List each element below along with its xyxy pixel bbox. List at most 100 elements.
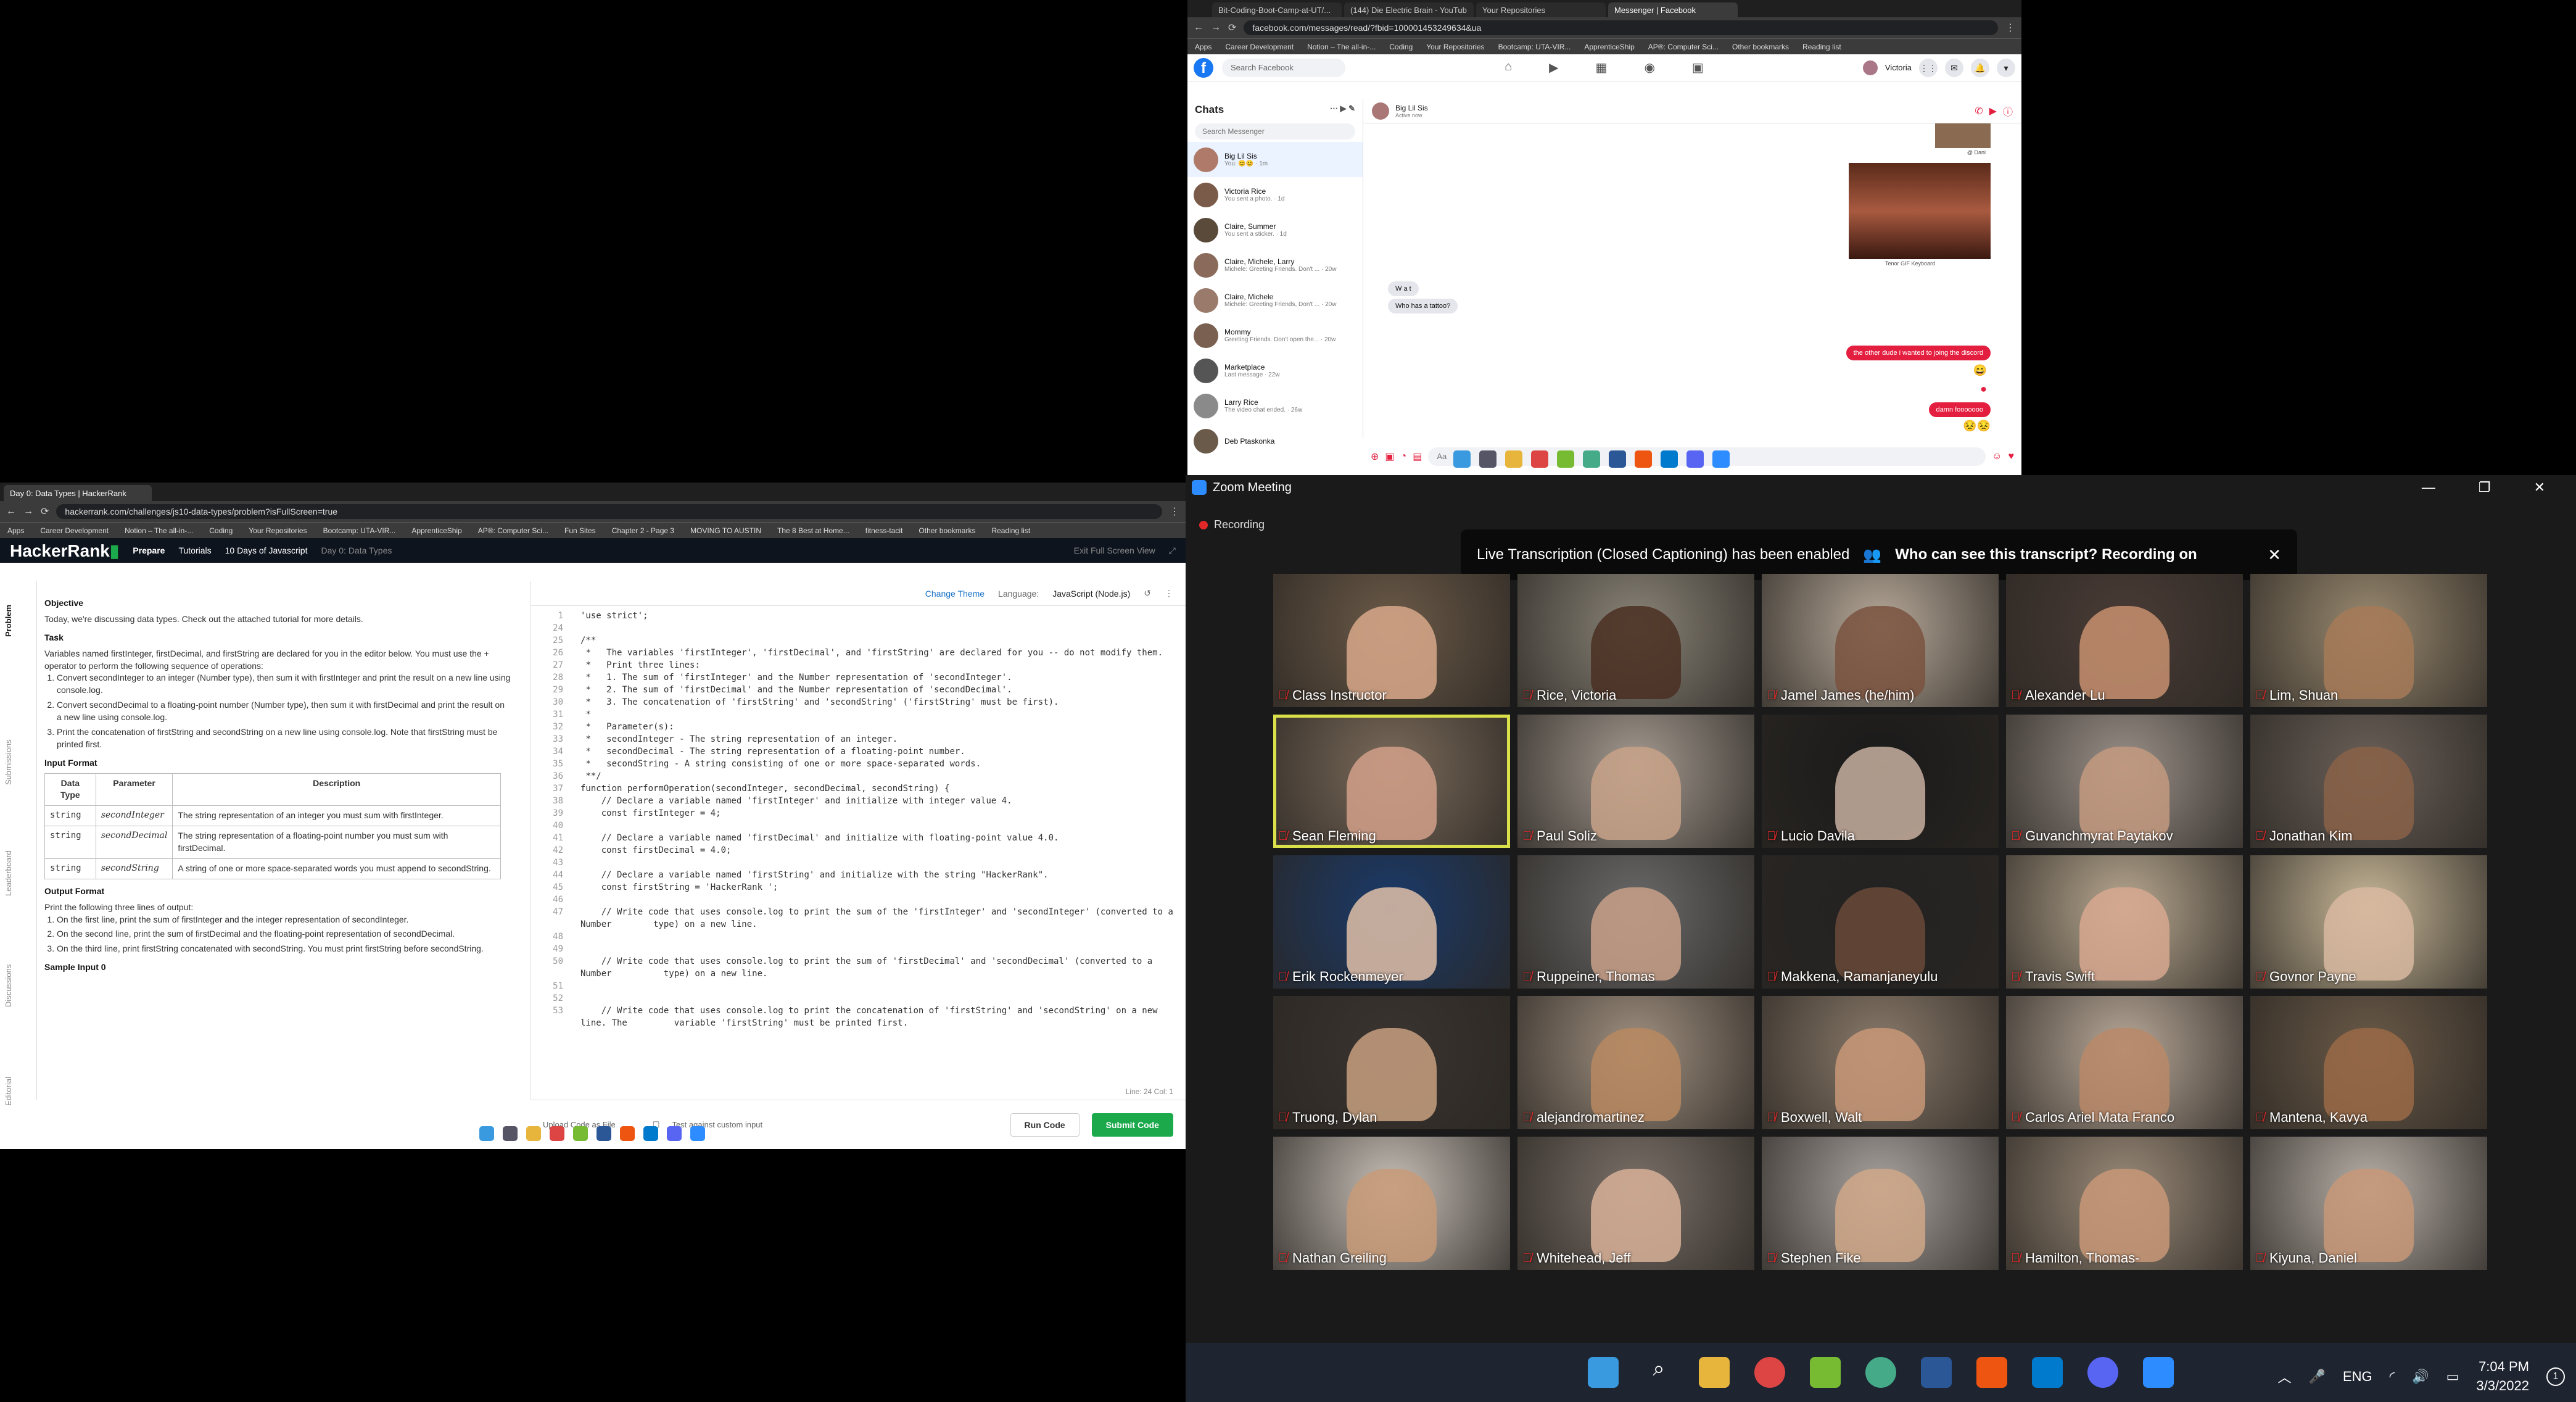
- participant-tile[interactable]: 🎙̸ Paul Soliz: [1517, 715, 1754, 848]
- bookmark[interactable]: MOVING TO AUSTIN: [690, 526, 761, 535]
- bookmark[interactable]: Chapter 2 - Page 3: [612, 526, 674, 535]
- chat-list-item[interactable]: Claire, Summer You sent a sticker. · 1d: [1187, 212, 1363, 247]
- code-line[interactable]: // Declare a variable named 'firstString…: [580, 869, 1173, 881]
- discord-icon[interactable]: [1686, 450, 1704, 468]
- battery-icon[interactable]: ▭: [2446, 1369, 2459, 1385]
- language-select[interactable]: JavaScript (Node.js): [1052, 589, 1130, 599]
- chat-list-item[interactable]: Claire, Michele Michele: Greeting Friends…: [1187, 283, 1363, 318]
- participant-tile[interactable]: 🎙̸ Class Instructor: [1273, 574, 1510, 707]
- chrome-icon[interactable]: [1531, 450, 1548, 468]
- participant-tile[interactable]: 🎙̸ Boxwell, Walt: [1762, 996, 1999, 1129]
- discord-icon[interactable]: [2087, 1357, 2118, 1388]
- bookmark[interactable]: Your Repositories: [249, 526, 307, 535]
- participant-tile[interactable]: 🎙̸ Rice, Victoria: [1517, 574, 1754, 707]
- bookmark[interactable]: Your Repositories: [1426, 43, 1484, 51]
- run-code-button[interactable]: Run Code: [1010, 1113, 1080, 1137]
- start-icon[interactable]: [1453, 450, 1471, 468]
- browser-tab-active[interactable]: Day 0: Data Types | HackerRank: [4, 485, 152, 501]
- code-line[interactable]: * Parameter(s):: [580, 721, 1173, 733]
- bookmark[interactable]: Other bookmarks: [1732, 43, 1789, 51]
- bookmark[interactable]: Fun Sites: [564, 526, 596, 535]
- banner-close-icon[interactable]: ✕: [2268, 545, 2281, 565]
- bookmark[interactable]: Notion – The all-in-...: [1307, 43, 1376, 51]
- home-icon[interactable]: ⌂: [1505, 60, 1512, 75]
- chevron-up-icon[interactable]: ︿: [2278, 1367, 2292, 1387]
- menu-icon[interactable]: ⋮⋮: [1919, 58, 1938, 77]
- code-line[interactable]: * 2. The sum of 'firstDecimal' and the N…: [580, 684, 1173, 696]
- address-bar[interactable]: facebook.com/messages/read/?fbid=1000014…: [1244, 20, 1998, 35]
- word-icon[interactable]: [597, 1126, 611, 1141]
- avatar[interactable]: [1862, 60, 1878, 75]
- file-explorer-icon[interactable]: [1505, 450, 1522, 468]
- participant-tile[interactable]: 🎙̸ Alexander Lu: [2006, 574, 2243, 707]
- bookmark[interactable]: Career Development: [40, 526, 109, 535]
- bookmark[interactable]: Coding: [209, 526, 233, 535]
- reset-icon[interactable]: ↺: [1144, 588, 1151, 599]
- hackerrank-logo[interactable]: HackerRank▮: [10, 541, 119, 561]
- participant-tile[interactable]: 🎙̸ Lucio Davila: [1762, 715, 1999, 848]
- search-icon[interactable]: [503, 1126, 518, 1141]
- chat-list-item[interactable]: Larry Rice The video chat ended. · 26w: [1187, 388, 1363, 423]
- start-icon[interactable]: [1588, 1357, 1619, 1388]
- nav-10-days-js[interactable]: 10 Days of Javascript: [225, 545, 308, 555]
- bookmark[interactable]: Bootcamp: UTA-VIR...: [323, 526, 396, 535]
- participant-tile[interactable]: 🎙̸ Truong, Dylan: [1273, 996, 1510, 1129]
- bookmark[interactable]: Apps: [1195, 43, 1212, 51]
- browser-tab[interactable]: (144) Die Electric Brain - YouTub: [1344, 2, 1474, 17]
- bookmark[interactable]: ApprenticeShip: [411, 526, 461, 535]
- account-name[interactable]: Victoria: [1885, 63, 1912, 72]
- code-editor[interactable]: 1 'use strict'; 24 25 /** 26 * The variables …: [531, 606, 1186, 1081]
- code-line[interactable]: * secondString - A string consisting of …: [580, 758, 1173, 770]
- account-menu-icon[interactable]: ▾: [1997, 58, 2015, 77]
- chat-list-item[interactable]: Mommy Greeting Friends. Don't open the...…: [1187, 318, 1363, 353]
- settings-icon[interactable]: ⋮: [1165, 588, 1173, 599]
- participant-tile[interactable]: 🎙̸ Nathan Greiling: [1273, 1137, 1510, 1270]
- submit-code-button[interactable]: Submit Code: [1091, 1113, 1173, 1137]
- transcript-info-link[interactable]: Who can see this transcript? Recording o…: [1895, 546, 2197, 563]
- participant-tile[interactable]: 🎙̸ Guvanchmyrat Paytakov: [2006, 715, 2243, 848]
- zoom-icon[interactable]: [1712, 450, 1730, 468]
- vscode-icon[interactable]: [2032, 1357, 2063, 1388]
- browser-tab[interactable]: Bit-Coding-Boot-Camp-at-UT/...: [1212, 2, 1342, 17]
- bookmark[interactable]: AP®: Computer Sci...: [1648, 43, 1719, 51]
- side-tab-problem[interactable]: Problem: [4, 605, 13, 637]
- recording-indicator[interactable]: Recording: [1199, 518, 1265, 531]
- reload-icon[interactable]: ⟳: [1228, 22, 1236, 34]
- notifications-icon[interactable]: 🔔: [1971, 58, 1989, 77]
- code-line[interactable]: * Print three lines:: [580, 659, 1173, 671]
- code-line[interactable]: const firstDecimal = 4.0;: [580, 844, 1173, 857]
- chat-list-item[interactable]: Big Lil Sis You: 😊😊 · 1m: [1187, 142, 1363, 177]
- bookmark[interactable]: Bootcamp: UTA-VIR...: [1498, 43, 1571, 51]
- code-line[interactable]: * 1. The sum of 'firstInteger' and the N…: [580, 671, 1173, 684]
- code-line[interactable]: * 3. The concatenation of 'firstString' …: [580, 696, 1173, 708]
- back-icon[interactable]: ←: [6, 506, 16, 517]
- participant-tile[interactable]: 🎙̸ Erik Rockenmeyer: [1273, 855, 1510, 989]
- code-line[interactable]: * secondInteger - The string representat…: [580, 733, 1173, 745]
- vscode-icon[interactable]: [1661, 450, 1678, 468]
- facebook-search-input[interactable]: Search Facebook: [1222, 58, 1345, 77]
- sticker-icon[interactable]: ◔: [1401, 451, 1407, 462]
- chrome-icon[interactable]: [550, 1126, 564, 1141]
- code-line[interactable]: // Write code that uses console.log to p…: [580, 955, 1173, 980]
- chat-list-item[interactable]: Claire, Michele, Larry Michele: Greeting …: [1187, 247, 1363, 283]
- code-line[interactable]: // Write code that uses console.log to p…: [580, 906, 1173, 931]
- extensions-icon[interactable]: ⋮: [2005, 22, 2015, 34]
- participant-tile[interactable]: 🎙̸ Sean Fleming: [1273, 715, 1510, 848]
- file-explorer-icon[interactable]: [526, 1126, 541, 1141]
- vscode-icon[interactable]: [643, 1126, 658, 1141]
- start-icon[interactable]: [479, 1126, 494, 1141]
- participant-tile[interactable]: 🎙̸ Govnor Payne: [2250, 855, 2487, 989]
- call-icon[interactable]: ✆: [1975, 105, 1983, 117]
- code-line[interactable]: *: [580, 708, 1173, 721]
- code-line[interactable]: function performOperation(secondInteger,…: [580, 782, 1173, 795]
- bookmark[interactable]: Notion – The all-in-...: [125, 526, 193, 535]
- collapse-icon[interactable]: ⤢: [1169, 545, 1176, 556]
- chat-actions-icon[interactable]: ⋯ ▶ ✎: [1330, 104, 1355, 116]
- participant-tile[interactable]: 🎙̸ Kiyuna, Daniel: [2250, 1137, 2487, 1270]
- bookmark[interactable]: AP®: Computer Sci...: [478, 526, 548, 535]
- bookmark[interactable]: Career Development: [1225, 43, 1294, 51]
- code-line[interactable]: * secondDecimal - The string representat…: [580, 745, 1173, 758]
- onenote-icon[interactable]: [1810, 1357, 1841, 1388]
- search-icon[interactable]: [1479, 450, 1496, 468]
- conversation-name[interactable]: Big Lil Sis: [1395, 104, 1428, 112]
